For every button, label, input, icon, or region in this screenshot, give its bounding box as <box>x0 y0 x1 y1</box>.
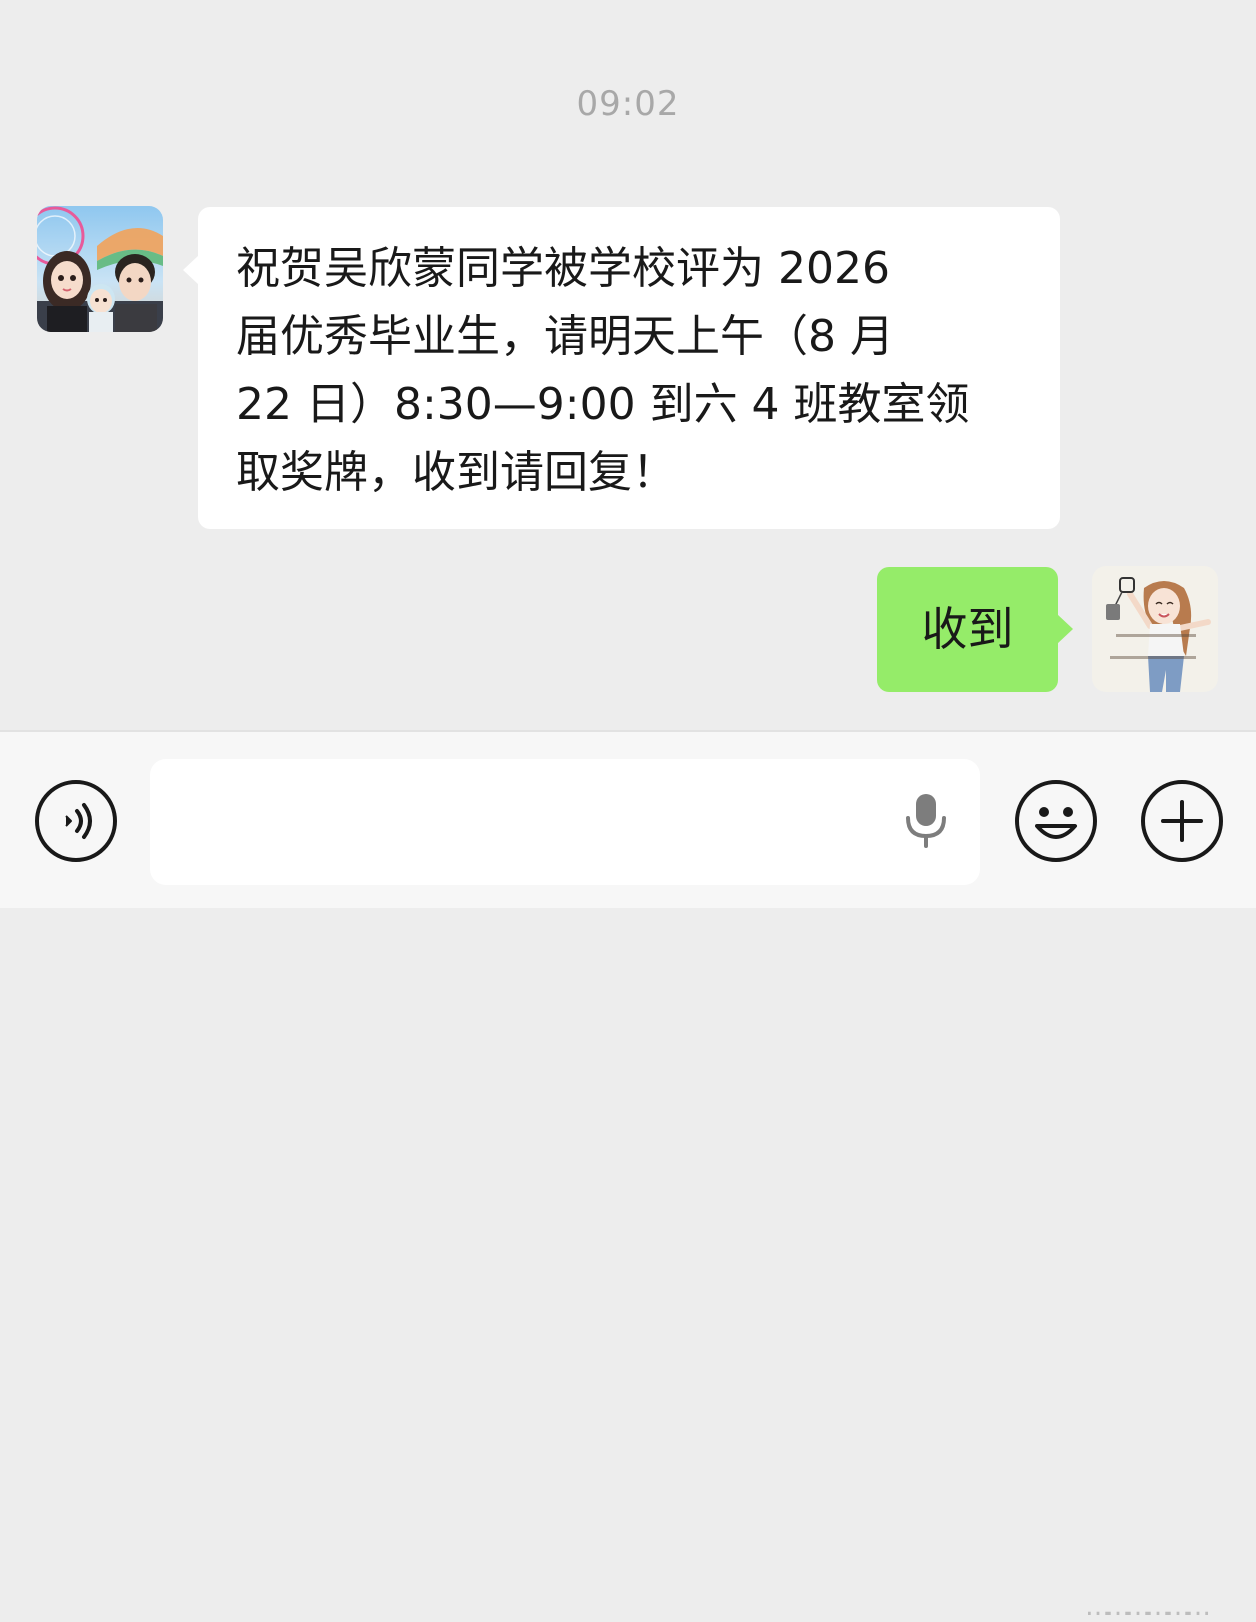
microphone-icon[interactable] <box>902 792 950 854</box>
message-line: 祝贺吴欣蒙同学被学校评为 2026 <box>236 243 890 294</box>
outgoing-message-text: 收到 <box>921 602 1014 656</box>
message-line: 届优秀毕业生，请明天上午（8 月 <box>236 311 894 362</box>
outgoing-message-bubble[interactable]: 收到 <box>877 567 1073 692</box>
voice-mode-icon[interactable] <box>33 778 119 868</box>
watermark: ……………… <box>1085 1592 1211 1622</box>
chat-area[interactable]: 09:02 祝贺吴欣蒙同学被学校评为 2026 届优秀毕业生，请明天上午（8 月… <box>0 0 1256 730</box>
sender-avatar[interactable] <box>37 206 163 332</box>
own-avatar[interactable] <box>1092 566 1218 692</box>
message-line: 取奖牌，收到请回复！ <box>236 447 676 498</box>
message-text-input[interactable] <box>150 759 980 885</box>
incoming-message-bubble[interactable]: 祝贺吴欣蒙同学被学校评为 2026 届优秀毕业生，请明天上午（8 月 22 日）… <box>183 207 1060 529</box>
plus-icon[interactable] <box>1139 778 1225 868</box>
message-line: 22 日）8:30—9:00 到六 4 班教室领 <box>236 379 970 430</box>
message-timestamp: 09:02 <box>576 84 680 124</box>
message-input-bar: ……………… <box>0 730 1256 1622</box>
emoji-icon[interactable] <box>1013 778 1099 868</box>
